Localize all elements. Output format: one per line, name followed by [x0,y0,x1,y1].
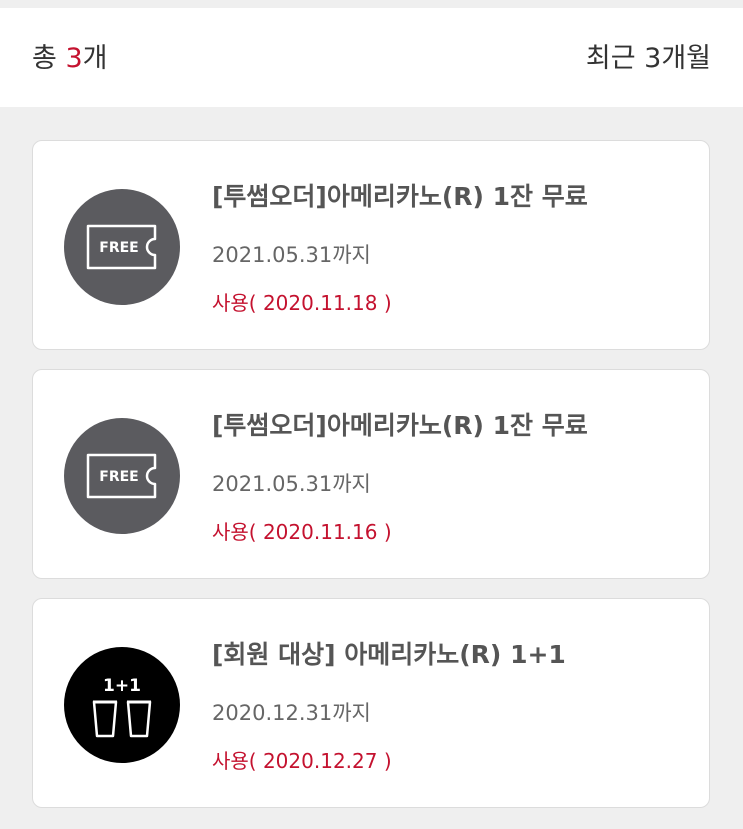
total-count-label: 총 3개 [32,43,107,75]
coupon-title: [투썸오더]아메리카노(R) 1잔 무료 [212,182,588,211]
coupon-card[interactable]: FREE [투썸오더]아메리카노(R) 1잔 무료 2021.05.31까지 사… [32,369,710,579]
coupon-used-date: 사용( 2020.11.18 ) [212,291,392,315]
coupon-used-date: 사용( 2020.12.27 ) [212,749,392,773]
coupon-list-header: 총 3개 최근 3개월 [0,8,743,107]
free-ticket-icon: FREE [63,188,181,306]
coupon-expiry: 2021.05.31까지 [212,243,371,267]
coupon-card[interactable]: FREE [투썸오더]아메리카노(R) 1잔 무료 2021.05.31까지 사… [32,140,710,350]
period-filter-button[interactable]: 최근 3개월 [586,43,711,75]
total-count-number: 3 [65,43,83,74]
coupon-list: FREE [투썸오더]아메리카노(R) 1잔 무료 2021.05.31까지 사… [0,107,743,829]
coupon-title: [회원 대상] 아메리카노(R) 1+1 [212,640,566,669]
free-ticket-icon: FREE [63,417,181,535]
coupon-expiry: 2020.12.31까지 [212,701,371,725]
one-plus-one-cups-icon: 1+1 [63,646,181,764]
free-ticket-text: FREE [99,469,138,485]
total-suffix: 개 [82,43,108,74]
total-prefix: 총 [32,43,66,74]
coupon-used-date: 사용( 2020.11.16 ) [212,520,392,544]
free-ticket-text: FREE [99,240,138,256]
one-plus-one-text: 1+1 [103,676,141,696]
coupon-card[interactable]: 1+1 [회원 대상] 아메리카노(R) 1+1 2020.12.31까지 사용… [32,598,710,808]
coupon-expiry: 2021.05.31까지 [212,472,371,496]
top-divider [0,0,743,8]
coupon-title: [투썸오더]아메리카노(R) 1잔 무료 [212,411,588,440]
